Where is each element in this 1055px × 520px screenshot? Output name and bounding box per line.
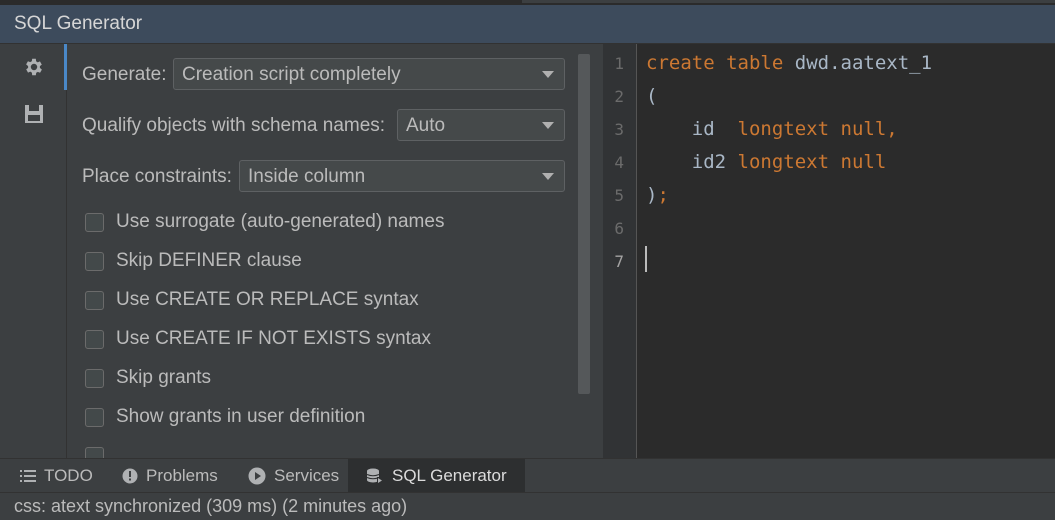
line-number: 4 bbox=[614, 153, 624, 172]
gear-icon bbox=[26, 58, 42, 76]
options-sidebar bbox=[0, 44, 67, 458]
line-number: 6 bbox=[614, 219, 624, 238]
text-caret bbox=[645, 246, 647, 272]
tab-todo[interactable]: TODO bbox=[20, 459, 93, 493]
line-number: 1 bbox=[614, 54, 624, 73]
save-button[interactable] bbox=[20, 100, 48, 128]
code-line: ( bbox=[646, 85, 658, 107]
qualify-select[interactable]: Auto bbox=[397, 109, 565, 141]
code-line: id2 longtext null bbox=[646, 151, 887, 173]
keyword: create bbox=[646, 52, 715, 74]
code-line: create table dwd.aatext_1 bbox=[646, 52, 932, 74]
status-text: css: atext synchronized (309 ms) (2 minu… bbox=[14, 496, 408, 516]
table-name: dwd.aatext_1 bbox=[794, 52, 933, 74]
checkbox[interactable] bbox=[85, 213, 104, 232]
line-number-gutter: 1 2 3 4 5 6 7 bbox=[603, 44, 637, 458]
info-icon bbox=[122, 468, 138, 484]
checkbox[interactable] bbox=[85, 369, 104, 388]
checkbox-label: Use surrogate (auto-generated) names bbox=[116, 211, 445, 232]
line-number: 5 bbox=[614, 186, 624, 205]
tool-window-header: SQL Generator bbox=[0, 5, 1055, 44]
checkbox[interactable] bbox=[85, 408, 104, 427]
options-scrollbar[interactable] bbox=[578, 54, 590, 394]
checkbox[interactable] bbox=[85, 291, 104, 310]
top-strip-segment bbox=[522, 0, 1055, 3]
options-panel: Generate: Creation script completely Qua… bbox=[67, 44, 603, 458]
tab-problems[interactable]: Problems bbox=[122, 459, 218, 493]
chevron-down-icon bbox=[542, 122, 554, 129]
column-name: id2 bbox=[691, 151, 727, 173]
tab-sql-generator[interactable]: SQL Generator bbox=[348, 459, 525, 493]
play-icon bbox=[248, 467, 266, 485]
semicolon: ; bbox=[657, 184, 669, 206]
generate-label: Generate: bbox=[82, 64, 167, 85]
line-number-current: 7 bbox=[614, 252, 624, 271]
settings-button[interactable] bbox=[20, 53, 48, 81]
column-modifier: null bbox=[840, 151, 887, 173]
checkbox-label: Skip DEFINER clause bbox=[116, 250, 302, 271]
tab-label: Services bbox=[274, 466, 340, 485]
checkbox-label: Show grants in user definition bbox=[116, 406, 366, 427]
sql-preview-editor[interactable]: create table dwd.aatext_1 ( id longtext … bbox=[637, 44, 1055, 458]
list-icon bbox=[20, 470, 36, 482]
scrollbar-thumb[interactable] bbox=[578, 54, 590, 394]
line-number: 3 bbox=[614, 120, 624, 139]
generate-value: Creation script completely bbox=[182, 64, 401, 85]
tab-services[interactable]: Services bbox=[248, 459, 339, 493]
tab-label: Problems bbox=[146, 466, 218, 485]
constraints-select[interactable]: Inside column bbox=[239, 160, 565, 192]
qualify-label: Qualify objects with schema names: bbox=[82, 115, 386, 136]
status-bar: css: atext synchronized (309 ms) (2 minu… bbox=[0, 492, 1055, 520]
checkbox[interactable] bbox=[85, 447, 104, 458]
checkbox[interactable] bbox=[85, 252, 104, 271]
code-line: id longtext null, bbox=[646, 118, 898, 140]
qualify-value: Auto bbox=[406, 115, 446, 136]
chevron-down-icon bbox=[542, 71, 554, 78]
tab-label: SQL Generator bbox=[392, 466, 507, 485]
checkbox-label: Use CREATE OR REPLACE syntax bbox=[116, 289, 419, 310]
column-type: longtext bbox=[737, 151, 830, 173]
window-title: SQL Generator bbox=[14, 13, 143, 34]
generate-select[interactable]: Creation script completely bbox=[173, 58, 565, 90]
chevron-down-icon bbox=[542, 173, 554, 180]
tool-window-bar: TODO Problems Services SQL Generator bbox=[0, 458, 1055, 493]
code-line: ); bbox=[646, 184, 669, 206]
column-name: id bbox=[691, 118, 715, 140]
column-type: longtext bbox=[737, 118, 830, 140]
column-modifier: null, bbox=[840, 118, 898, 140]
database-icon bbox=[366, 468, 383, 484]
checkbox-label: Use CREATE IF NOT EXISTS syntax bbox=[116, 328, 431, 349]
keyword: table bbox=[726, 52, 784, 74]
checkbox[interactable] bbox=[85, 330, 104, 349]
close-paren: ) bbox=[646, 184, 658, 206]
constraints-value: Inside column bbox=[248, 166, 366, 187]
constraints-label: Place constraints: bbox=[82, 166, 232, 187]
line-number: 2 bbox=[614, 87, 624, 106]
checkbox-label: Skip grants bbox=[116, 367, 212, 388]
tab-label: TODO bbox=[44, 466, 93, 485]
save-icon bbox=[25, 105, 43, 123]
